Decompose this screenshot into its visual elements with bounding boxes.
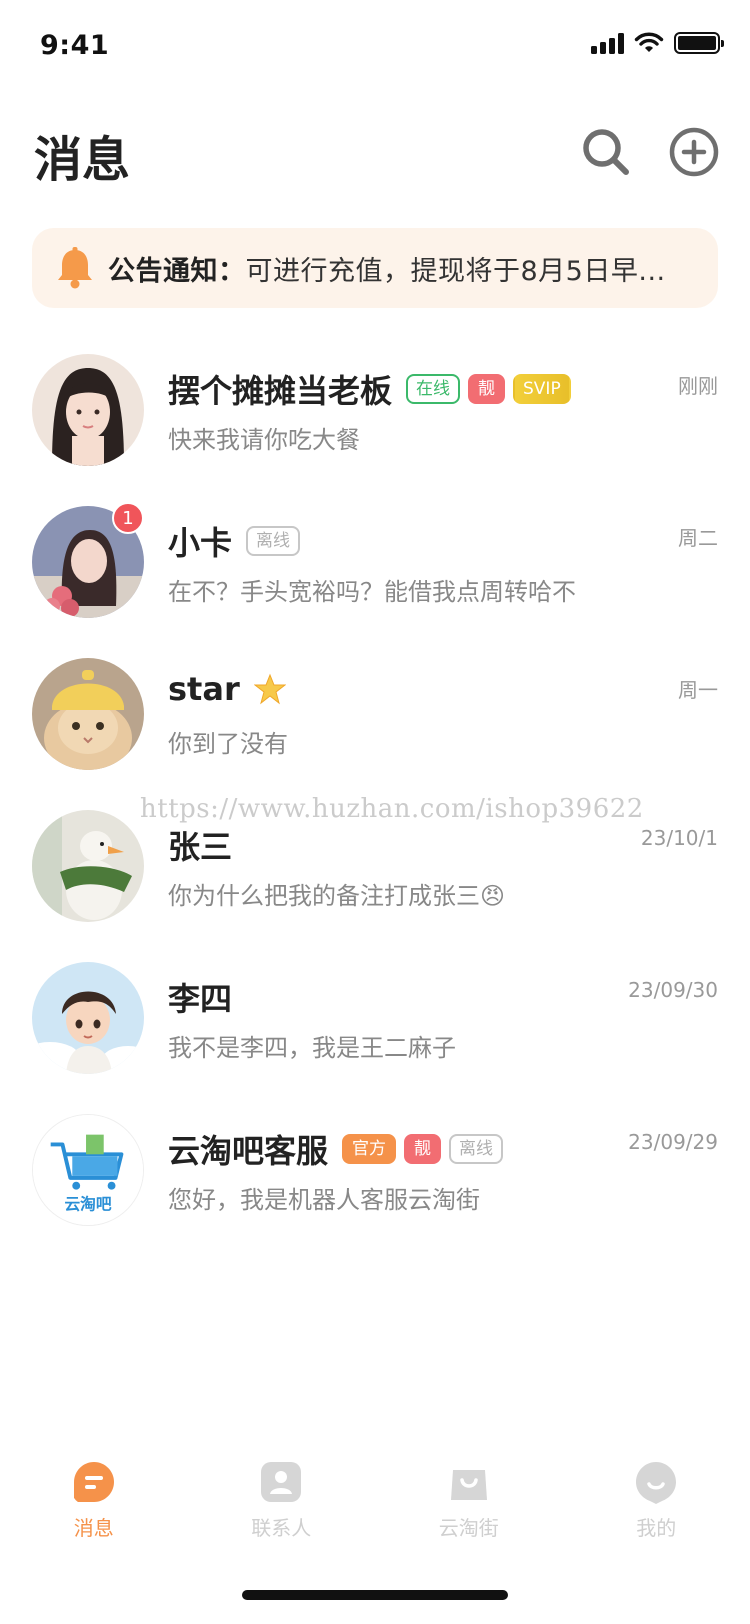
chat-name: 张三 (168, 828, 233, 866)
chat-name: 云淘吧客服 (168, 1132, 329, 1170)
star-icon (253, 673, 286, 705)
offline-tag: 离线 (246, 526, 301, 556)
chat-item[interactable]: 摆个摊摊当老板 在线 靓 SVIP 快来我请你吃大餐 刚刚 (0, 340, 750, 492)
cellular-signal-icon (591, 32, 624, 54)
chat-time: 23/09/29 (628, 1130, 718, 1154)
chat-last-message: 您好，我是机器人客服云淘街 (168, 1186, 480, 1214)
chat-name-row: 云淘吧客服 官方 靓 离线 (168, 1126, 504, 1172)
online-tag: 在线 (406, 374, 461, 404)
announcement-content: 可进行充值，提现将于8月5日早... (245, 255, 666, 287)
status-icons (591, 32, 724, 54)
profile-icon (636, 1462, 677, 1504)
battery-icon (674, 32, 724, 54)
chat-time: 刚刚 (678, 374, 718, 398)
chat-name-row: star (168, 670, 286, 708)
tab-label: 云淘街 (438, 1516, 499, 1540)
message-icon (73, 1462, 114, 1502)
chat-name: star (168, 670, 240, 708)
chat-name-row: 摆个摊摊当老板 在线 靓 SVIP (168, 366, 571, 412)
avatar (32, 354, 144, 466)
status-time: 9:41 (40, 30, 110, 61)
chat-last-message: 你为什么把我的备注打成张三😠 (168, 882, 506, 910)
chat-item[interactable]: star 你到了没有 周一 (0, 644, 750, 796)
avatar-logo-text: 云淘吧 (64, 1194, 111, 1213)
chat-time: 23/10/1 (640, 826, 718, 850)
chat-name-row: 李四 (168, 974, 238, 1020)
chat-last-message: 你到了没有 (168, 730, 288, 758)
avatar (32, 658, 144, 770)
announcement-banner[interactable]: 公告通知：可进行充值，提现将于8月5日早... (32, 228, 718, 308)
avatar (32, 962, 144, 1074)
offline-tag: 离线 (449, 1134, 504, 1164)
official-tag: 官方 (342, 1134, 397, 1164)
liang-tag: 靓 (404, 1134, 442, 1164)
home-indicator[interactable] (242, 1590, 508, 1600)
chat-name: 摆个摊摊当老板 (168, 372, 393, 410)
wifi-icon (634, 32, 664, 52)
chat-item[interactable]: 李四 我不是李四，我是王二麻子 23/09/30 (0, 948, 750, 1100)
status-bar: 9:41 (0, 0, 750, 92)
chat-time: 23/09/30 (628, 978, 718, 1002)
chat-name: 李四 (168, 980, 233, 1018)
avatar (32, 810, 144, 922)
chat-name-row: 小卡 离线 (168, 518, 301, 564)
add-circle-icon[interactable] (668, 126, 720, 178)
header: 消息 (0, 110, 750, 200)
tab-label: 我的 (636, 1516, 677, 1540)
bell-icon (58, 247, 92, 289)
chat-last-message: 在不？手头宽裕吗？能借我点周转哈不 (168, 578, 576, 606)
announcement-label: 公告通知： (108, 255, 246, 287)
tab-profile[interactable]: 我的 (563, 1460, 750, 1570)
tab-label: 联系人 (251, 1516, 312, 1540)
announcement-text: 公告通知：可进行充值，提现将于8月5日早... (108, 249, 688, 288)
unread-badge: 1 (112, 502, 144, 534)
svip-tag: SVIP (513, 374, 571, 404)
search-icon[interactable] (580, 126, 632, 178)
contacts-icon (261, 1462, 302, 1502)
tab-contacts[interactable]: 联系人 (188, 1460, 376, 1570)
chat-item[interactable]: 云淘吧 云淘吧客服 官方 靓 离线 您好，我是机器人客服云淘街 23/09/29 (0, 1100, 750, 1252)
tab-shop[interactable]: 云淘街 (375, 1460, 563, 1570)
tab-bar: 消息 联系人 云淘街 我的 (0, 1460, 750, 1570)
page-title: 消息 (34, 132, 131, 188)
tab-label: 消息 (73, 1516, 114, 1540)
liang-tag: 靓 (468, 374, 506, 404)
chat-time: 周二 (678, 526, 718, 550)
shopping-bag-icon (450, 1470, 487, 1500)
chat-name-row: 张三 (168, 822, 238, 868)
chat-last-message: 快来我请你吃大餐 (168, 426, 360, 454)
watermark: https://www.huzhan.com/ishop39622 (140, 794, 644, 824)
avatar: 云淘吧 (32, 1114, 144, 1226)
tab-messages[interactable]: 消息 (0, 1460, 188, 1570)
chat-name: 小卡 (168, 524, 233, 562)
chat-time: 周一 (678, 678, 718, 702)
chat-item[interactable]: 1 小卡 离线 在不？手头宽裕吗？能借我点周转哈不 周二 (0, 492, 750, 644)
chat-last-message: 我不是李四，我是王二麻子 (168, 1034, 456, 1062)
